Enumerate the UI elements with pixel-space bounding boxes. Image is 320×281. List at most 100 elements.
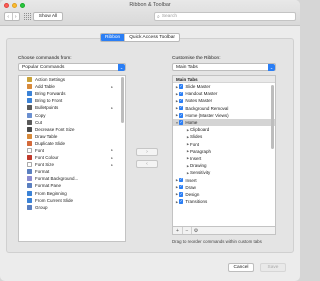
tab-checkbox[interactable]: ✓	[179, 91, 184, 96]
ribbon-tab-item[interactable]: ▶ ✓ Draw	[173, 184, 275, 191]
commands-source-select[interactable]: Popular Commands ⌄	[18, 63, 126, 71]
ribbon-tabs-value: Main Tabs	[176, 64, 198, 70]
remove-tab-button[interactable]: −	[182, 227, 191, 234]
command-item[interactable]: Format Pane	[19, 182, 125, 189]
command-label: From Beginning	[35, 190, 67, 196]
ribbon-group-item[interactable]: ▶ Paragraph	[173, 148, 275, 155]
add-tab-button[interactable]: +	[173, 227, 182, 234]
bullets-icon	[27, 105, 32, 111]
ribbon-group-item[interactable]: ▶ Slides	[173, 133, 275, 140]
command-item[interactable]: Bring to Front	[19, 97, 125, 104]
tab-checkbox[interactable]: ✓	[179, 192, 184, 197]
tab-bar: Ribbon Quick Access Toolbar	[100, 33, 180, 42]
ribbon-tab-item[interactable]: ▶ ✓ Home (Master Views)	[173, 112, 275, 119]
tab-checkbox[interactable]: ✓	[179, 113, 184, 118]
ribbon-item-label: Font	[190, 141, 200, 147]
copy-icon	[27, 112, 32, 118]
command-label: Group	[35, 204, 48, 210]
command-label: Duplicate Slide	[35, 140, 66, 146]
command-label: Font Size	[35, 162, 55, 168]
tab-quick-access-toolbar[interactable]: Quick Access Toolbar	[124, 34, 179, 41]
ribbon-tab-item[interactable]: ▼ ✓ Home	[173, 118, 275, 127]
command-item[interactable]: Font Colour ▸	[19, 154, 125, 161]
forward-button[interactable]: ›	[11, 13, 20, 20]
ribbon-tab-item[interactable]: ▶ ✓ Design	[173, 191, 275, 198]
font-icon	[27, 147, 32, 153]
command-item[interactable]: Font Size ▸	[19, 161, 125, 168]
command-item[interactable]: Group	[19, 204, 125, 211]
ribbon-tab-item[interactable]: ▶ ✓ Insert	[173, 176, 275, 183]
cut-icon	[27, 119, 32, 125]
command-item[interactable]: Bring Forwards	[19, 90, 125, 97]
submenu-arrow-icon: ▸	[111, 105, 113, 110]
tab-checkbox[interactable]: ✓	[179, 98, 184, 104]
ribbon-item-label: Home (Master Views)	[185, 112, 229, 118]
show-all-button[interactable]: Show All	[33, 12, 63, 21]
command-item[interactable]: Action Settings	[19, 76, 125, 83]
ribbon-group-item[interactable]: ▶ Sensitivity	[173, 169, 275, 176]
ribbon-tab-item[interactable]: ▶ ✓ Handout Master	[173, 90, 275, 97]
command-item[interactable]: Decrease Font Size	[19, 126, 125, 133]
ribbon-tab-item[interactable]: ▶ ✓ Transitions	[173, 198, 275, 205]
tab-checkbox[interactable]: ✓	[179, 184, 184, 190]
ribbon-item-label: Slides	[190, 134, 203, 140]
ribbon-item-label: Draw	[185, 184, 196, 190]
ribbon-item-label: Design	[185, 191, 200, 197]
search-input[interactable]: ⌕ Search	[154, 12, 296, 21]
command-label: From Current Slide	[35, 197, 74, 203]
command-item[interactable]: Copy	[19, 111, 125, 118]
command-item[interactable]: Cut	[19, 119, 125, 126]
save-button[interactable]: Save	[260, 263, 286, 272]
command-item[interactable]: Draw Table	[19, 133, 125, 140]
command-item[interactable]: Bulletpoints ▸	[19, 104, 125, 111]
command-item[interactable]: Add Table ▸	[19, 83, 125, 90]
main-tabs-header: Main Tabs	[173, 76, 275, 83]
ribbon-group-item[interactable]: ▶ Drawing	[173, 162, 275, 169]
search-icon: ⌕	[157, 13, 160, 20]
tab-ribbon[interactable]: Ribbon	[101, 34, 125, 41]
table-icon	[27, 84, 32, 90]
group-icon	[27, 204, 32, 210]
submenu-arrow-icon: ▸	[111, 162, 113, 167]
command-item[interactable]: Format Background...	[19, 175, 125, 182]
command-label: Bulletpoints	[35, 105, 59, 111]
command-item[interactable]: Font ▸	[19, 147, 125, 154]
ribbon-tab-item[interactable]: ▶ ✓ Notes Master	[173, 97, 275, 104]
command-label: Format Pane	[35, 183, 62, 189]
ribbon-item-label: Slide Master	[185, 84, 211, 90]
tab-checkbox[interactable]: ✓	[179, 120, 184, 125]
tab-checkbox[interactable]: ✓	[179, 177, 184, 183]
ribbon-tabs-scrollbar[interactable]	[271, 85, 274, 149]
commands-scrollbar[interactable]	[121, 77, 124, 123]
font-size-icon	[27, 162, 32, 168]
command-item[interactable]: Duplicate Slide	[19, 140, 125, 147]
command-item[interactable]: From Current Slide	[19, 197, 125, 204]
gear-icon[interactable]: ⚙	[191, 227, 200, 234]
tab-checkbox[interactable]: ✓	[179, 84, 184, 89]
ribbon-tabs-list[interactable]: Main Tabs ▶ ✓ Slide Master ▶ ✓ Handout Master…	[172, 75, 276, 227]
remove-command-button[interactable]: ‹	[136, 160, 158, 168]
commands-list[interactable]: Action Settings Add Table ▸ Bring Forwards B…	[18, 75, 126, 242]
ribbon-item-label: Background Removal	[185, 105, 229, 111]
tab-checkbox[interactable]: ✓	[179, 199, 184, 204]
ribbon-tab-item[interactable]: ▶ ✓ Background Removal	[173, 105, 275, 112]
window-title: Ribbon & Toolbar	[129, 2, 171, 8]
add-command-button[interactable]: ›	[136, 148, 158, 156]
command-item[interactable]: From Beginning	[19, 190, 125, 197]
cancel-button[interactable]: Cancel	[228, 263, 254, 272]
tab-checkbox[interactable]: ✓	[179, 105, 184, 111]
ribbon-item-label: Insert	[185, 177, 197, 183]
command-item[interactable]: Format	[19, 168, 125, 175]
customise-ribbon-label: Customise the Ribbon:	[172, 56, 221, 61]
ribbon-group-item[interactable]: ▶ Clipboard	[173, 126, 275, 133]
ribbon-tab-item[interactable]: ▶ ✓ Slide Master	[173, 83, 275, 90]
grid-icon[interactable]	[24, 13, 31, 20]
ribbon-group-item[interactable]: ▶ Font	[173, 141, 275, 148]
duplicate-slide-icon	[27, 140, 32, 146]
ribbon-item-label: Handout Master	[185, 91, 218, 97]
format-background-icon	[27, 176, 32, 182]
ribbon-group-item[interactable]: ▶ Insert	[173, 155, 275, 162]
ribbon-item-label: Paragraph	[190, 148, 212, 154]
format-icon	[27, 169, 32, 175]
ribbon-tabs-select[interactable]: Main Tabs ⌄	[172, 63, 276, 71]
